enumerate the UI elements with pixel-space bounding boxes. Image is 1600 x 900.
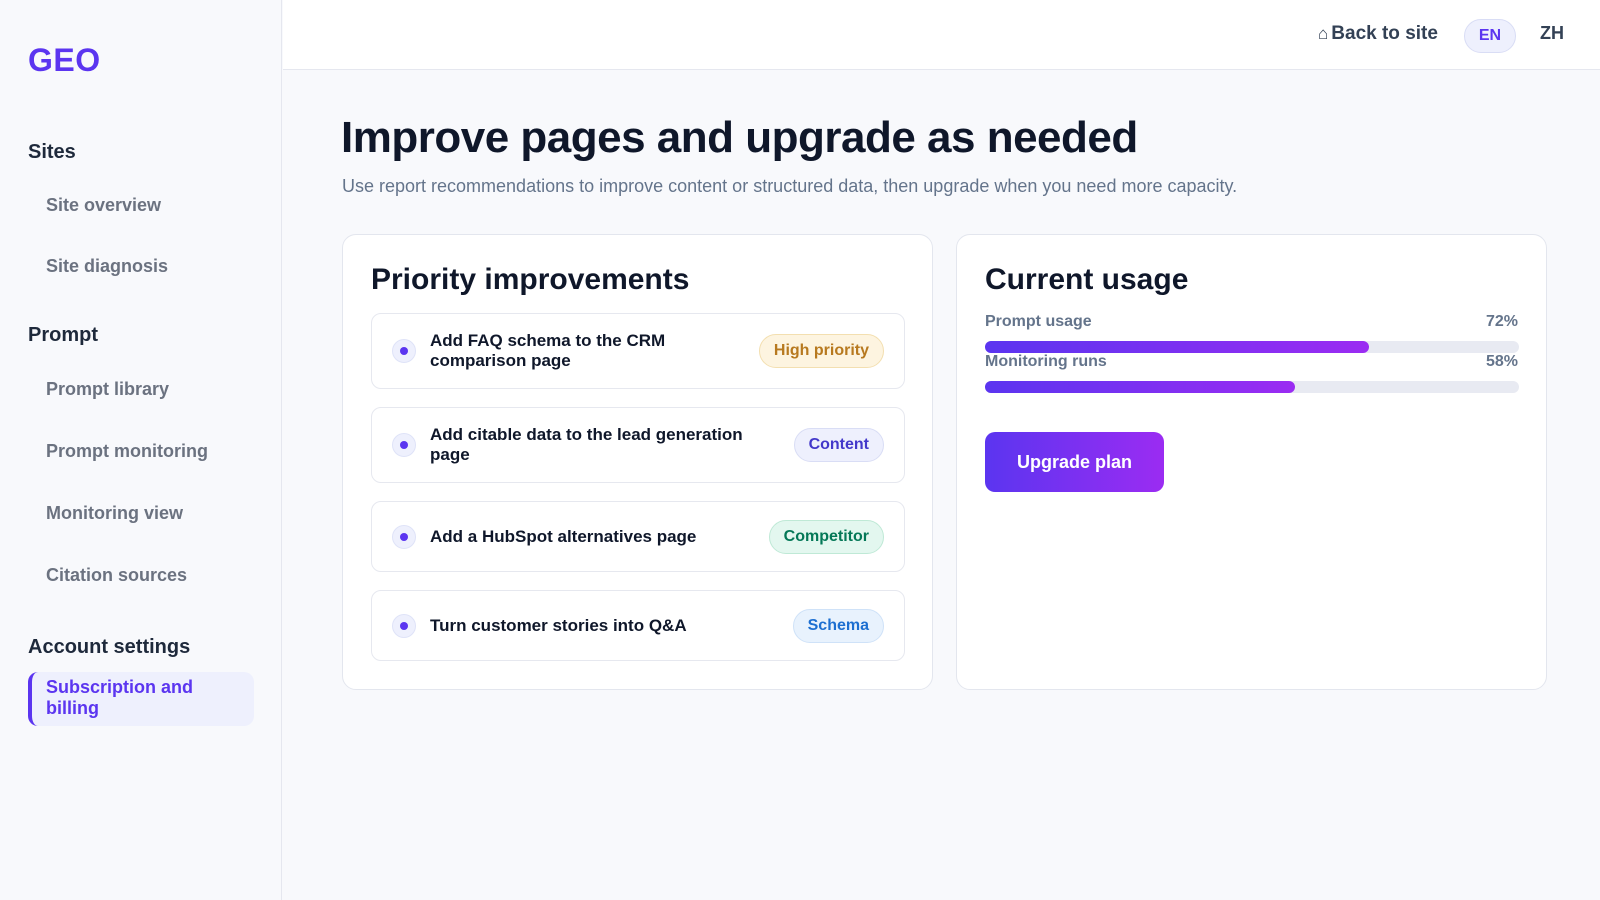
current-usage-card: Current usage Prompt usage 72% Monitorin… <box>956 234 1547 690</box>
category-badge: Schema <box>792 608 884 643</box>
page-subtitle: Use report recommendations to improve co… <box>342 176 1238 196</box>
sidebar: GEO Sites Site overview Site diagnosis P… <box>0 0 282 900</box>
bullet-dot-icon <box>392 524 416 549</box>
improvement-item[interactable]: Add a HubSpot alternatives page Competit… <box>371 501 905 572</box>
logo[interactable]: GEO <box>28 42 101 79</box>
sidebar-item-monitoring-view[interactable]: Monitoring view <box>46 503 183 524</box>
prompt-usage-bar-fill <box>985 341 1370 353</box>
prompt-usage-bar <box>985 341 1519 353</box>
improvement-item[interactable]: Add citable data to the lead generation … <box>371 407 905 483</box>
nav-section-account-settings: Account settings <box>28 636 191 658</box>
improvement-text: Add FAQ schema to the CRM comparison pag… <box>430 331 666 370</box>
improvement-text: Add citable data to the lead generation … <box>430 425 743 464</box>
monitoring-runs-label: Monitoring runs <box>985 353 1107 370</box>
sidebar-item-label: Subscription and billing <box>46 677 194 718</box>
priority-badge: High priority <box>758 334 884 368</box>
language-en-button[interactable]: EN <box>1464 19 1516 53</box>
page-title: Improve pages and upgrade as needed <box>341 113 1138 162</box>
home-icon: ⌂ <box>1318 24 1329 43</box>
upgrade-plan-button[interactable]: Upgrade plan <box>985 432 1164 492</box>
category-badge: Content <box>793 428 884 462</box>
priority-improvements-card: Priority improvements Add FAQ schema to … <box>342 234 933 690</box>
improvement-text: Add a HubSpot alternatives page <box>430 526 697 546</box>
prompt-usage-percent: 72% <box>1485 313 1518 330</box>
card-title: Priority improvements <box>371 263 690 296</box>
monitoring-runs-percent: 58% <box>1485 353 1518 370</box>
sidebar-item-site-diagnosis[interactable]: Site diagnosis <box>46 256 168 277</box>
sidebar-item-prompt-monitoring[interactable]: Prompt monitoring <box>46 441 208 462</box>
nav-section-prompt: Prompt <box>28 324 98 346</box>
prompt-usage-label: Prompt usage <box>985 313 1092 330</box>
language-zh-button[interactable]: ZH <box>1540 23 1564 44</box>
improvement-item[interactable]: Turn customer stories into Q&A Schema <box>371 590 905 661</box>
bullet-dot-icon <box>392 433 416 457</box>
bullet-dot-icon <box>392 613 416 638</box>
category-badge: Competitor <box>768 519 884 554</box>
improvement-item[interactable]: Add FAQ schema to the CRM comparison pag… <box>371 313 905 389</box>
sidebar-item-prompt-library[interactable]: Prompt library <box>46 379 169 400</box>
sidebar-item-site-overview[interactable]: Site overview <box>46 195 161 216</box>
nav-section-sites: Sites <box>28 141 76 163</box>
back-to-site-label: Back to site <box>1331 23 1438 44</box>
sidebar-item-citation-sources[interactable]: Citation sources <box>46 565 187 586</box>
bullet-dot-icon <box>392 339 416 363</box>
card-title: Current usage <box>985 263 1189 296</box>
improvement-text: Turn customer stories into Q&A <box>430 615 687 635</box>
monitoring-runs-bar <box>985 381 1519 393</box>
back-to-site-link[interactable]: ⌂ Back to site <box>1318 23 1438 45</box>
sidebar-item-subscription-billing[interactable]: Subscription and billing <box>28 672 254 726</box>
monitoring-runs-bar-fill <box>985 381 1295 393</box>
